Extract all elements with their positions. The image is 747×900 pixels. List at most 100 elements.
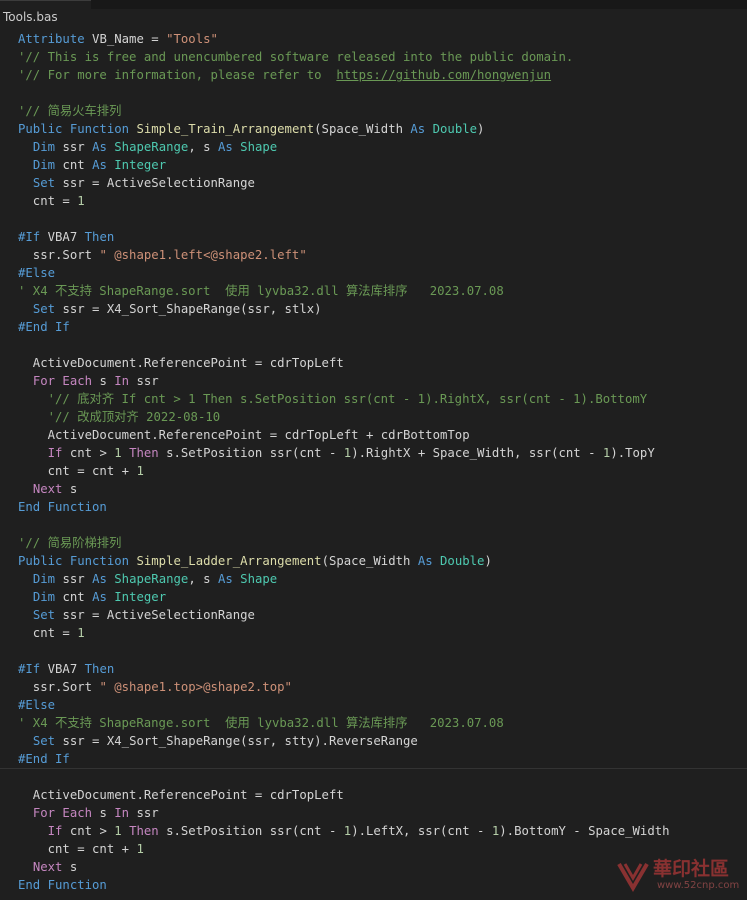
code-token: ssr.Sort xyxy=(18,248,100,262)
code-token: '// 改成顶对齐 2022-08-10 xyxy=(47,410,221,424)
code-token: Public Function xyxy=(18,122,137,136)
code-line[interactable]: '// 改成顶对齐 2022-08-10 xyxy=(18,408,747,426)
code-token: Dim xyxy=(32,158,63,172)
code-line[interactable]: ' X4 不支持 ShapeRange.sort 使用 lyvba32.dll … xyxy=(18,714,747,732)
code-token: As xyxy=(92,572,115,586)
code-token: Double xyxy=(432,122,478,136)
code-line[interactable]: '// 简易火车排列 xyxy=(18,102,747,120)
code-token: Set xyxy=(32,734,63,748)
code-line[interactable]: ActiveDocument.ReferencePoint = cdrTopLe… xyxy=(18,354,747,372)
code-line[interactable]: '// For more information, please refer t… xyxy=(18,66,747,84)
code-line[interactable]: cnt = 1 xyxy=(18,624,747,642)
code-token: 1 xyxy=(136,842,144,856)
code-line[interactable]: ActiveDocument.ReferencePoint = cdrTopLe… xyxy=(18,786,747,804)
code-line[interactable]: If cnt > 1 Then s.SetPosition ssr(cnt - … xyxy=(18,444,747,462)
code-line[interactable]: ' X4 不支持 ShapeRange.sort 使用 lyvba32.dll … xyxy=(18,282,747,300)
code-token: "Tools" xyxy=(166,32,218,46)
code-line[interactable]: Set ssr = ActiveSelectionRange xyxy=(18,174,747,192)
code-token: Set xyxy=(32,176,63,190)
code-token: ).LeftX, ssr(cnt - xyxy=(351,824,492,838)
code-token: If xyxy=(47,446,70,460)
code-token: '// 简易阶梯排列 xyxy=(18,536,122,550)
code-token: ) xyxy=(484,554,492,568)
code-token: Double xyxy=(440,554,485,568)
code-token: VBA7 xyxy=(47,662,85,676)
code-line[interactable]: For Each s In ssr xyxy=(18,804,747,822)
code-line[interactable] xyxy=(18,210,747,228)
code-line[interactable]: #Else xyxy=(18,696,747,714)
code-token: As xyxy=(217,572,241,586)
code-token: ).RightX + Space_Width, ssr(cnt - xyxy=(351,446,603,460)
code-line[interactable]: Dim ssr As ShapeRange, s As Shape xyxy=(18,138,747,156)
code-line[interactable]: '// This is free and unencumbered softwa… xyxy=(18,48,747,66)
code-line[interactable]: #If VBA7 Then xyxy=(18,228,747,246)
code-line[interactable]: ssr.Sort " @shape1.top>@shape2.top" xyxy=(18,678,747,696)
code-token: , s xyxy=(188,572,218,586)
code-line[interactable] xyxy=(18,84,747,102)
code-line[interactable] xyxy=(18,642,747,660)
code-token: As xyxy=(417,554,441,568)
code-line[interactable]: #If VBA7 Then xyxy=(18,660,747,678)
code-line[interactable]: Public Function Simple_Train_Arrangement… xyxy=(18,120,747,138)
code-token: #If xyxy=(18,230,48,244)
code-line[interactable]: Set ssr = X4_Sort_ShapeRange(ssr, stlx) xyxy=(18,300,747,318)
code-line[interactable]: ActiveDocument.ReferencePoint = cdrTopLe… xyxy=(18,426,747,444)
code-line[interactable]: #Else xyxy=(18,264,747,282)
code-token: 1 xyxy=(114,824,122,838)
code-line[interactable]: #End If xyxy=(18,318,747,336)
code-line[interactable]: Public Function Simple_Ladder_Arrangemen… xyxy=(18,552,747,570)
code-token: As xyxy=(92,158,115,172)
code-line[interactable]: Attribute VB_Name = "Tools" xyxy=(18,30,747,48)
code-line[interactable]: cnt = cnt + 1 xyxy=(18,462,747,480)
code-line[interactable]: cnt = 1 xyxy=(18,192,747,210)
code-token: ).BottomY - Space_Width xyxy=(499,824,670,838)
code-line[interactable]: Set ssr = ActiveSelectionRange xyxy=(18,606,747,624)
code-token: For Each xyxy=(32,374,100,388)
code-line[interactable]: For Each s In ssr xyxy=(18,372,747,390)
code-token: (Space_Width xyxy=(321,554,418,568)
code-line[interactable] xyxy=(18,336,747,354)
tab-tools-bas[interactable]: Tools.bas xyxy=(0,0,91,30)
code-editor[interactable]: Attribute VB_Name = "Tools" '// This is f… xyxy=(0,30,747,900)
code-token: In xyxy=(114,374,137,388)
code-line[interactable] xyxy=(0,768,747,786)
code-line[interactable]: #End If xyxy=(18,750,747,768)
code-line[interactable]: Set ssr = X4_Sort_ShapeRange(ssr, stty).… xyxy=(18,732,747,750)
code-token: , s xyxy=(188,140,218,154)
code-token: Then xyxy=(121,446,167,460)
code-token: 1 xyxy=(77,626,85,640)
code-line[interactable]: '// 简易阶梯排列 xyxy=(18,534,747,552)
code-line[interactable]: Dim ssr As ShapeRange, s As Shape xyxy=(18,570,747,588)
code-token: #Else xyxy=(18,266,56,280)
code-token: ActiveDocument.ReferencePoint = cdrTopLe… xyxy=(18,428,470,442)
code-line[interactable]: Dim cnt As Integer xyxy=(18,156,747,174)
code-token: https://github.com/hongwenjun xyxy=(336,68,552,82)
code-token: s xyxy=(99,374,115,388)
code-line[interactable] xyxy=(18,516,747,534)
code-token: ActiveDocument.ReferencePoint = cdrTopLe… xyxy=(18,788,344,802)
code-line[interactable]: Next s xyxy=(18,480,747,498)
code-token: (Space_Width xyxy=(314,122,411,136)
code-line[interactable]: If cnt > 1 Then s.SetPosition ssr(cnt - … xyxy=(18,822,747,840)
code-line[interactable]: End Function xyxy=(18,498,747,516)
code-token: Then xyxy=(84,662,115,676)
code-token: '// This is free and unencumbered softwa… xyxy=(18,50,574,64)
code-token: cnt xyxy=(62,158,93,172)
code-token: Shape xyxy=(240,140,278,154)
code-token: cnt > xyxy=(69,446,115,460)
code-token: ).TopY xyxy=(610,446,655,460)
code-token: Integer xyxy=(114,158,167,172)
logo-icon xyxy=(617,862,649,892)
code-token: Next xyxy=(32,482,70,496)
code-line[interactable]: '// 底对齐 If cnt > 1 Then s.SetPosition ss… xyxy=(18,390,747,408)
code-token: Next xyxy=(32,860,70,874)
code-token: ssr xyxy=(136,374,159,388)
code-token: Attribute xyxy=(18,32,85,46)
code-line[interactable]: Dim cnt As Integer xyxy=(18,588,747,606)
code-line[interactable]: ssr.Sort " @shape1.left<@shape2.left" xyxy=(18,246,747,264)
